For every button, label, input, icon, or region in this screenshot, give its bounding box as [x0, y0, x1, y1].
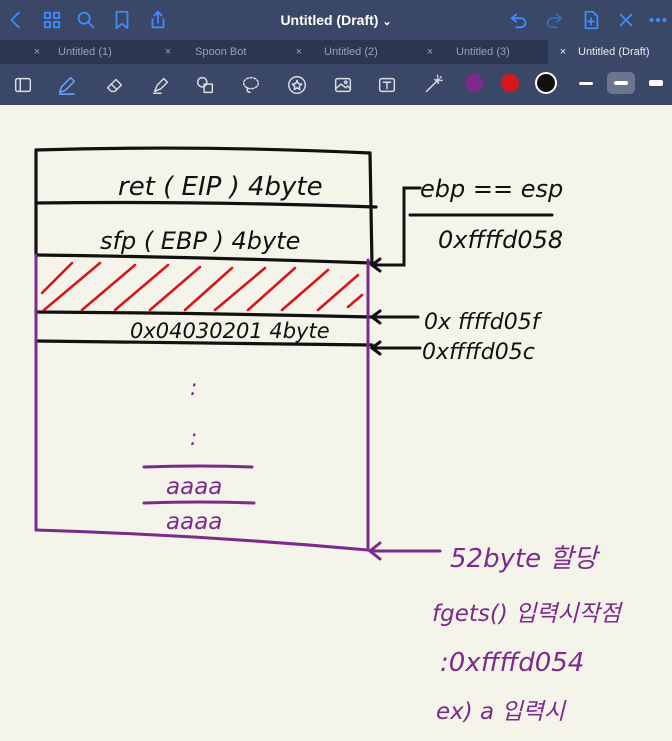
close-icon[interactable] — [612, 6, 640, 34]
pen-icon[interactable] — [52, 70, 82, 100]
tab-label: Untitled (2) — [324, 46, 378, 58]
back-chevron-icon[interactable] — [2, 6, 30, 34]
note-buffer-a2: aaaa — [166, 509, 222, 535]
highlighter-icon[interactable] — [146, 70, 176, 100]
eraser-icon[interactable] — [100, 70, 130, 100]
stroke-thin-button[interactable] — [572, 72, 600, 94]
color-swatch-red[interactable] — [501, 74, 519, 92]
redo-icon[interactable] — [540, 6, 568, 34]
stroke-medium-button[interactable] — [607, 72, 635, 94]
tab-label: Untitled (3) — [456, 46, 510, 58]
tab-untitled-2[interactable]: × Untitled (2) — [292, 40, 412, 64]
note-buffer-a1: aaaa — [166, 474, 222, 500]
document-title: Untitled (Draft) ⌄ — [0, 0, 672, 40]
title-bar: Untitled (Draft) ⌄ — [0, 0, 672, 40]
note-addr-ebp: 0xffffd058 — [438, 226, 563, 254]
tab-close-icon[interactable]: × — [292, 40, 306, 64]
more-options-icon[interactable] — [644, 6, 672, 34]
shapes-icon[interactable] — [190, 70, 220, 100]
laser-pointer-icon[interactable] — [418, 70, 448, 100]
text-icon[interactable] — [372, 70, 402, 100]
tab-label: Untitled (1) — [58, 46, 112, 58]
sticker-icon[interactable] — [282, 70, 312, 100]
tab-untitled-draft[interactable]: × Untitled (Draft) — [548, 40, 672, 64]
grid-view-icon[interactable] — [38, 6, 66, 34]
add-page-icon[interactable] — [577, 6, 605, 34]
lasso-icon[interactable] — [236, 70, 266, 100]
image-icon[interactable] — [328, 70, 358, 100]
undo-icon[interactable] — [505, 6, 533, 34]
tab-close-icon[interactable]: × — [30, 40, 44, 64]
note-addr-start: :0xffffd054 — [440, 648, 584, 678]
share-icon[interactable] — [144, 6, 172, 34]
document-title-button[interactable]: Untitled (Draft) ⌄ — [280, 12, 391, 28]
note-sfp-ebp: sfp ( EBP ) 4byte — [100, 227, 300, 255]
stroke-thick-button[interactable] — [642, 72, 670, 94]
note-canvas[interactable]: ret ( EIP ) 4byte sfp ( EBP ) 4byte 0x04… — [0, 105, 672, 741]
note-dots-2: : — [190, 426, 197, 451]
color-swatch-black-selected[interactable] — [537, 74, 555, 92]
tab-close-icon[interactable]: × — [556, 40, 570, 64]
page-sidebar-icon[interactable] — [8, 70, 38, 100]
tab-untitled-3[interactable]: × Untitled (3) — [423, 40, 543, 64]
tab-bar: × Untitled (1) × Spoon Bot × Untitled (2… — [0, 40, 672, 64]
note-dots-1: : — [190, 376, 197, 401]
tab-spoon-bot[interactable]: × Spoon Bot — [161, 40, 281, 64]
note-example: ex) a 입력시 — [436, 699, 567, 725]
tab-untitled-1[interactable]: × Untitled (1) — [30, 40, 150, 64]
red-hatching — [40, 261, 364, 312]
tab-label: Untitled (Draft) — [578, 46, 650, 58]
note-ret-eip: ret ( EIP ) 4byte — [118, 172, 323, 202]
tab-label: Spoon Bot — [195, 46, 247, 58]
note-ebp-esp: ebp == esp — [420, 175, 563, 203]
bookmark-icon[interactable] — [108, 6, 136, 34]
color-swatch-purple[interactable] — [465, 74, 483, 92]
search-icon[interactable] — [72, 6, 100, 34]
chevron-down-icon: ⌄ — [382, 16, 392, 28]
document-title-text: Untitled (Draft) — [280, 12, 379, 28]
annotation-arrow-purple — [367, 541, 442, 561]
note-alloc: 52byte 할당 — [450, 544, 600, 574]
purple-buffer-outline — [34, 253, 370, 552]
note-addr-1: 0x ffffd05f — [424, 310, 543, 335]
note-addr-2: 0xffffd05c — [422, 340, 535, 365]
note-fgets: fgets() 입력시작점 — [432, 601, 624, 627]
tab-close-icon[interactable]: × — [161, 40, 175, 64]
tab-close-icon[interactable]: × — [423, 40, 437, 64]
handwriting-layer: ret ( EIP ) 4byte sfp ( EBP ) 4byte 0x04… — [34, 146, 624, 725]
note-stack-value: 0x04030201 4byte — [130, 319, 330, 343]
